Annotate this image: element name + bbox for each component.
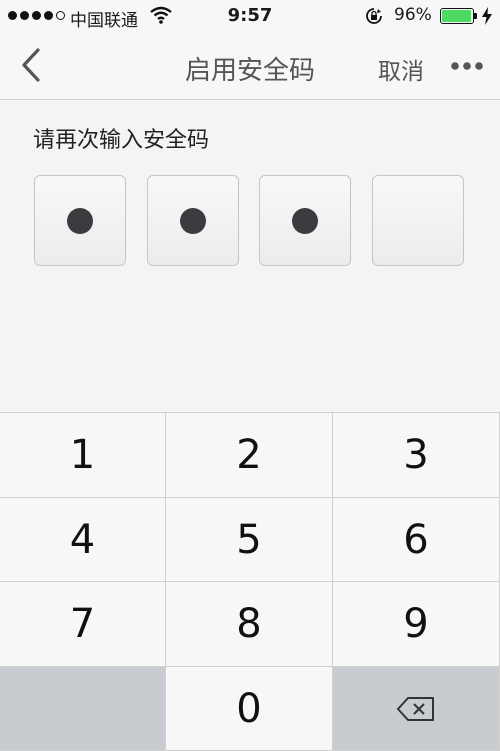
passcode-digit-box [259, 175, 351, 266]
cancel-button[interactable]: 取消 [378, 52, 424, 86]
keypad-key-3[interactable]: 3 [333, 413, 500, 498]
rotation-lock-icon [366, 8, 382, 24]
keypad-key-1[interactable]: 1 [0, 413, 166, 498]
battery-percent: 96% [394, 5, 432, 25]
filled-digit-dot [292, 207, 318, 234]
passcode-digit-box [34, 175, 126, 266]
battery-icon [440, 8, 474, 24]
keypad-key-5[interactable]: 5 [166, 498, 333, 582]
keypad-key-2[interactable]: 2 [166, 413, 333, 498]
backspace-icon [397, 696, 434, 721]
delete-key[interactable] [333, 667, 500, 751]
keypad-key-7[interactable]: 7 [0, 582, 166, 667]
battery-cap [474, 13, 477, 19]
passcode-prompt: 请再次输入安全码 [33, 128, 210, 153]
status-bar: 中国联通 9:57 96% [0, 0, 500, 32]
keypad-key-6[interactable]: 6 [333, 498, 500, 582]
charging-bolt-icon [482, 7, 492, 25]
page-title: 启用安全码 [184, 56, 315, 86]
battery-level-fill [442, 10, 471, 22]
filled-digit-dot [180, 207, 206, 234]
keypad-blank-key [0, 667, 166, 751]
keypad-key-4[interactable]: 4 [0, 498, 166, 582]
numeric-keypad: 123 456 7890 [0, 412, 500, 751]
passcode-digit-box [147, 175, 239, 266]
navigation-bar: 启用安全码 取消 [0, 32, 500, 100]
keypad-key-9[interactable]: 9 [333, 582, 500, 667]
passcode-digit-box [372, 175, 464, 266]
keypad-key-0[interactable]: 0 [166, 667, 333, 751]
more-options-button[interactable] [450, 56, 484, 76]
filled-digit-dot [67, 207, 93, 234]
keypad-key-8[interactable]: 8 [166, 582, 333, 667]
